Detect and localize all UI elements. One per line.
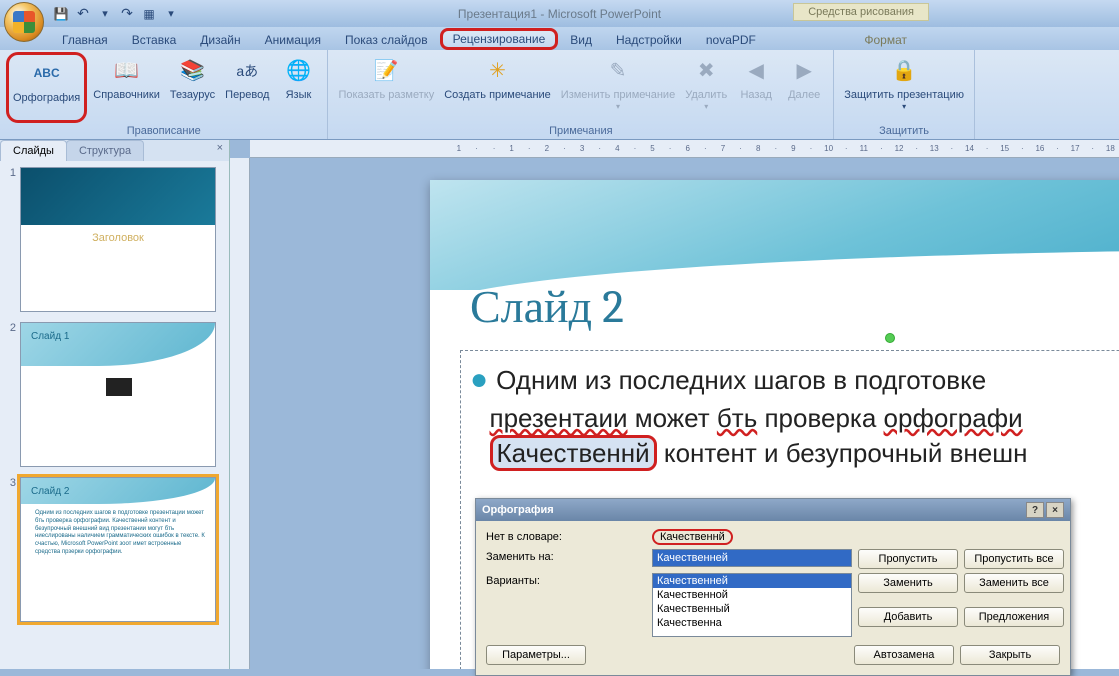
- new-comment-icon: [482, 55, 514, 87]
- spelling-dialog: Орфография ? × Нет в словаре: Качественн…: [475, 498, 1071, 676]
- qat-undo-menu[interactable]: ▾: [96, 5, 114, 23]
- tab-novapdf[interactable]: novaPDF: [694, 30, 768, 50]
- change-all-button[interactable]: Заменить все: [964, 573, 1064, 593]
- ignore-button[interactable]: Пропустить: [858, 549, 958, 569]
- prev-comment-button[interactable]: Назад: [733, 52, 779, 123]
- edit-comment-button[interactable]: Изменить примечание▾: [557, 52, 679, 123]
- not-in-dictionary-label: Нет в словаре:: [486, 529, 646, 543]
- office-button[interactable]: [4, 2, 44, 42]
- book-icon: [111, 55, 143, 87]
- thumb-number: 2: [4, 322, 20, 467]
- dialog-title: Орфография: [482, 504, 554, 516]
- tab-design[interactable]: Дизайн: [188, 30, 252, 50]
- thumbnail-1[interactable]: Заголовок: [20, 167, 216, 312]
- panel-close[interactable]: ×: [211, 140, 229, 161]
- suggest-button[interactable]: Предложения: [964, 607, 1064, 627]
- new-comment-button[interactable]: Создать примечание: [440, 52, 555, 123]
- protect-button[interactable]: Защитить презентацию▾: [840, 52, 968, 123]
- abc-check-icon: [31, 58, 63, 90]
- qat-customize[interactable]: ▾: [162, 5, 180, 23]
- tab-view[interactable]: Вид: [558, 30, 604, 50]
- tab-addins[interactable]: Надстройки: [604, 30, 694, 50]
- prev-icon: [740, 55, 772, 87]
- ignore-all-button[interactable]: Пропустить все: [964, 549, 1064, 569]
- tab-insert[interactable]: Вставка: [120, 30, 189, 50]
- tab-animation[interactable]: Анимация: [253, 30, 333, 50]
- contextual-tab-drawing: Средства рисования: [793, 3, 929, 21]
- options-button[interactable]: Параметры...: [486, 645, 586, 665]
- vertical-ruler: [230, 158, 250, 669]
- tab-slideshow[interactable]: Показ слайдов: [333, 30, 440, 50]
- tab-review[interactable]: Рецензирование: [440, 28, 559, 50]
- qat-redo[interactable]: [118, 5, 136, 23]
- thesaurus-button[interactable]: Тезаурус: [166, 52, 219, 123]
- suggestion-item[interactable]: Качественна: [653, 616, 851, 630]
- suggestions-label: Варианты:: [486, 573, 646, 587]
- thumbnails-list[interactable]: 1 Заголовок 2 Слайд 1 3 Слайд 2: [0, 161, 229, 669]
- add-button[interactable]: Добавить: [858, 607, 958, 627]
- dialog-close-button[interactable]: ×: [1046, 502, 1064, 518]
- group-comments-label: Примечания: [334, 123, 827, 139]
- lock-icon: [888, 55, 920, 87]
- suggestions-list[interactable]: Качественней Качественной Качественный К…: [652, 573, 852, 637]
- panel-tab-outline[interactable]: Структура: [66, 140, 144, 161]
- tab-format[interactable]: Формат: [852, 30, 919, 50]
- suggestion-item[interactable]: Качественней: [653, 574, 851, 588]
- delete-comment-icon: [690, 55, 722, 87]
- markup-icon: [370, 55, 402, 87]
- window-title: Презентация1 - Microsoft PowerPoint: [458, 7, 661, 21]
- next-icon: [788, 55, 820, 87]
- group-protect-label: Защитить: [840, 123, 968, 139]
- books-icon: [177, 55, 209, 87]
- research-button[interactable]: Справочники: [89, 52, 164, 123]
- globe-icon: [282, 55, 314, 87]
- autocorrect-button[interactable]: Автозамена: [854, 645, 954, 665]
- show-markup-button[interactable]: Показать разметку: [334, 52, 438, 123]
- not-in-dictionary-value: Качественнй: [652, 529, 733, 545]
- qat-undo[interactable]: [74, 5, 92, 23]
- next-comment-button[interactable]: Далее: [781, 52, 827, 123]
- change-to-label: Заменить на:: [486, 549, 646, 563]
- translate-icon: [231, 55, 263, 87]
- qat-quickprint[interactable]: [140, 5, 158, 23]
- delete-comment-button[interactable]: Удалить▾: [681, 52, 731, 123]
- group-proofing-label: Правописание: [6, 123, 321, 139]
- translate-button[interactable]: Перевод: [221, 52, 273, 123]
- edit-comment-icon: [602, 55, 634, 87]
- rotate-handle[interactable]: [885, 333, 895, 343]
- spelling-error-highlight: Качественнй: [490, 435, 657, 471]
- thumbnail-2[interactable]: Слайд 1: [20, 322, 216, 467]
- suggestion-item[interactable]: Качественной: [653, 588, 851, 602]
- change-to-input[interactable]: [652, 549, 852, 567]
- tab-home[interactable]: Главная: [50, 30, 120, 50]
- dialog-help-button[interactable]: ?: [1026, 502, 1044, 518]
- language-button[interactable]: Язык: [275, 52, 321, 123]
- change-button[interactable]: Заменить: [858, 573, 958, 593]
- thumb-number: 3: [4, 477, 20, 622]
- slide-body-text[interactable]: ●Одним из последних шагов в подготовке п…: [470, 360, 1119, 471]
- qat-save[interactable]: [52, 5, 70, 23]
- slide-title: Слайд 2: [470, 280, 624, 334]
- thumb-number: 1: [4, 167, 20, 312]
- spelling-button[interactable]: Орфография: [6, 52, 87, 123]
- close-button[interactable]: Закрыть: [960, 645, 1060, 665]
- horizontal-ruler: 1··1·2·3·4·5·6·7·8·9·10·11·12·13·14·15·1…: [250, 140, 1119, 158]
- suggestion-item[interactable]: Качественный: [653, 602, 851, 616]
- thumbnail-3[interactable]: Слайд 2 Одним из последних шагов в подго…: [20, 477, 216, 622]
- panel-tab-slides[interactable]: Слайды: [0, 140, 67, 161]
